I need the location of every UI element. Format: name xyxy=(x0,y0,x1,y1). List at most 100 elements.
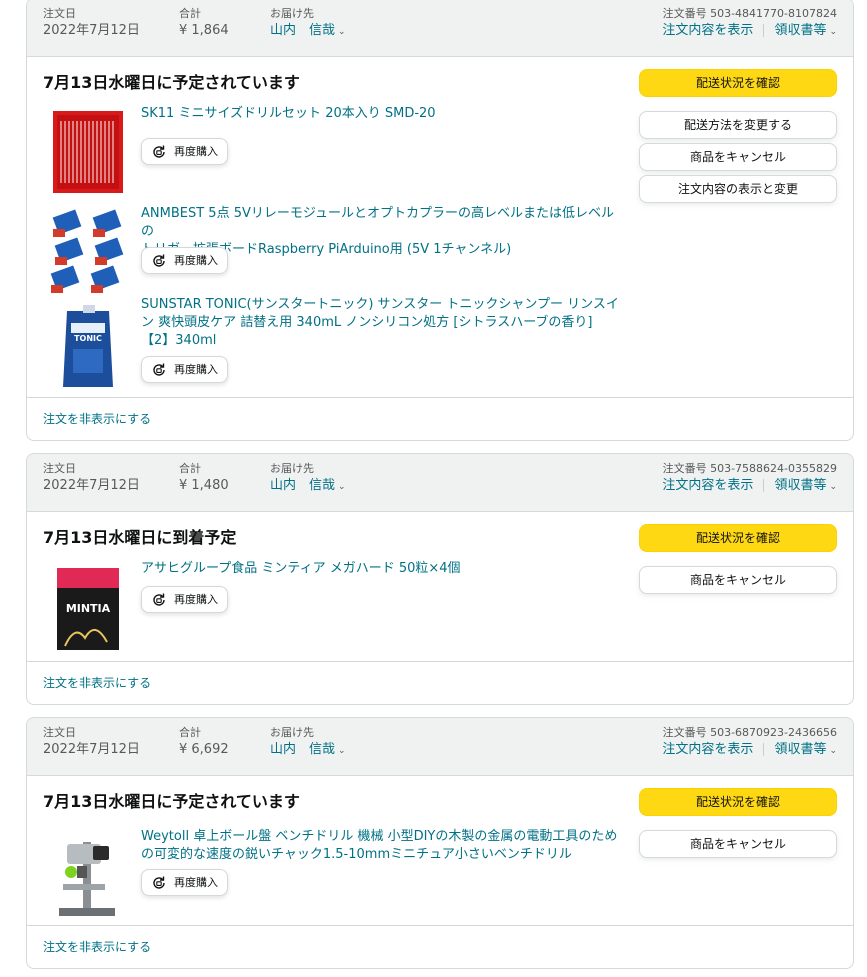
recipient-link[interactable]: 山内 信哉 xyxy=(270,742,335,757)
rebuy-label: 再度購入 xyxy=(174,145,218,158)
cancel-item-button[interactable]: 商品をキャンセル xyxy=(639,143,837,171)
item-title-line: ン 爽快頭皮ケア 詰替え用 340mL ノンシリコン処方 [シトラスハーブの香り… xyxy=(141,315,593,330)
view-order-details-link[interactable]: 注文内容を表示 xyxy=(662,478,753,493)
ship-to-col: お届け先 山内 信哉 ⌄ xyxy=(270,726,346,760)
divider xyxy=(763,743,765,756)
order-number: 503-4841770-8107824 xyxy=(710,7,837,20)
recipient-link[interactable]: 山内 信哉 xyxy=(270,478,335,493)
order-total-col: 合計 ¥ 1,480 xyxy=(179,462,229,495)
order-card: 注文日 2022年7月12日 合計 ¥ 1,480 お届け先 山内 信哉 ⌄ 注文… xyxy=(26,453,854,705)
order-number-label: 注文番号 xyxy=(662,462,707,475)
cancel-item-button[interactable]: 商品をキャンセル xyxy=(639,566,837,594)
item-title-line: SK11 ミニサイズドリルセット 20本入り SMD-20 xyxy=(141,106,436,121)
divider xyxy=(763,479,765,492)
ship-to-col: お届け先 山内 信哉 ⌄ xyxy=(270,462,346,496)
rebuy-icon xyxy=(153,254,165,267)
order-total-col: 合計 ¥ 6,692 xyxy=(179,726,229,759)
view-order-details-link[interactable]: 注文内容を表示 xyxy=(662,23,753,38)
svg-text:MINTIA: MINTIA xyxy=(66,602,111,615)
rebuy-label: 再度購入 xyxy=(174,254,218,267)
item-title[interactable]: SK11 ミニサイズドリルセット 20本入り SMD-20 xyxy=(141,105,621,123)
order-footer: 注文を非表示にする xyxy=(27,397,853,440)
order-total-label: 合計 xyxy=(179,726,201,739)
item-title[interactable]: SUNSTAR TONIC(サンスタートニック) サンスター トニックシャンプー… xyxy=(141,296,621,350)
track-package-button[interactable]: 配送状況を確認 xyxy=(639,788,837,816)
order-total: ¥ 6,692 xyxy=(179,742,229,757)
order-footer: 注文を非表示にする xyxy=(27,661,853,704)
ship-to-label: お届け先 xyxy=(270,726,314,739)
order-number-label: 注文番号 xyxy=(662,7,707,20)
hide-order-link[interactable]: 注文を非表示にする xyxy=(43,674,151,691)
order-date-label: 注文日 xyxy=(43,462,76,475)
recipient-link[interactable]: 山内 信哉 xyxy=(270,23,335,38)
order-date-col: 注文日 2022年7月12日 xyxy=(43,726,140,759)
order-date-col: 注文日 2022年7月12日 xyxy=(43,7,140,40)
divider xyxy=(763,24,765,37)
order-header: 注文日 2022年7月12日 合計 ¥ 1,480 お届け先 山内 信哉 ⌄ 注文… xyxy=(27,454,853,512)
order-total-col: 合計 ¥ 1,864 xyxy=(179,7,229,40)
item-title[interactable]: アサヒグループ食品 ミンティア メガハード 50粒×4個 xyxy=(141,560,621,578)
order-date-col: 注文日 2022年7月12日 xyxy=(43,462,140,495)
invoice-link[interactable]: 領収書等 xyxy=(774,742,826,757)
invoice-link[interactable]: 領収書等 xyxy=(774,23,826,38)
rebuy-button[interactable]: 再度購入 xyxy=(141,586,228,613)
order-number: 503-7588624-0355829 xyxy=(710,462,837,475)
order-footer: 注文を非表示にする xyxy=(27,925,853,968)
drill-set-image[interactable] xyxy=(43,107,133,197)
view-order-details-link[interactable]: 注文内容を表示 xyxy=(662,742,753,757)
order-date-label: 注文日 xyxy=(43,726,76,739)
order-number-label: 注文番号 xyxy=(662,726,707,739)
rebuy-label: 再度購入 xyxy=(174,363,218,376)
rebuy-button[interactable]: 再度購入 xyxy=(141,356,228,383)
order-header: 注文日 2022年7月12日 合計 ¥ 1,864 お届け先 山内 信哉 ⌄ 注文… xyxy=(27,0,853,57)
delivery-status: 7月13日水曜日に予定されています xyxy=(43,73,300,92)
order-card: 注文日 2022年7月12日 合計 ¥ 1,864 お届け先 山内 信哉 ⌄ 注文… xyxy=(26,0,854,441)
rebuy-label: 再度購入 xyxy=(174,593,218,606)
hide-order-link[interactable]: 注文を非表示にする xyxy=(43,410,151,427)
order-number-col: 注文番号 503-7588624-0355829 注文内容を表示 領収書等 ⌄ xyxy=(662,462,837,496)
delivery-status: 7月13日水曜日に到着予定 xyxy=(43,528,237,547)
ship-to-label: お届け先 xyxy=(270,7,314,20)
svg-text:TONIC: TONIC xyxy=(74,334,102,343)
rebuy-button[interactable]: 再度購入 xyxy=(141,138,228,165)
invoice-link[interactable]: 領収書等 xyxy=(774,478,826,493)
shampoo-image[interactable]: TONIC xyxy=(43,301,133,391)
order-total-label: 合計 xyxy=(179,462,201,475)
chevron-down-icon: ⌄ xyxy=(829,746,837,756)
ship-to-col: お届け先 山内 信哉 ⌄ xyxy=(270,7,346,41)
rebuy-button[interactable]: 再度購入 xyxy=(141,869,228,896)
rebuy-icon xyxy=(153,363,165,376)
relay-module-image[interactable] xyxy=(43,209,133,299)
item-title-line: ANMBEST 5点 5Vリレーモジュールとオプトカプラーの高レベルまたは低レベ… xyxy=(141,206,614,239)
order-date-label: 注文日 xyxy=(43,7,76,20)
order-date: 2022年7月12日 xyxy=(43,742,140,757)
chevron-down-icon: ⌄ xyxy=(338,27,346,37)
track-package-button[interactable]: 配送状況を確認 xyxy=(639,524,837,552)
rebuy-icon xyxy=(153,876,165,889)
item-title-line: Weytoll 卓上ボール盤 ベンチドリル 機械 小型DIYの木製の金属の電動工… xyxy=(141,829,618,844)
bench-drill-image[interactable] xyxy=(43,832,133,922)
mintia-image[interactable]: MINTIA xyxy=(43,566,133,656)
order-date: 2022年7月12日 xyxy=(43,478,140,493)
order-date: 2022年7月12日 xyxy=(43,23,140,38)
order-card: 注文日 2022年7月12日 合計 ¥ 6,692 お届け先 山内 信哉 ⌄ 注文… xyxy=(26,717,854,969)
item-title[interactable]: Weytoll 卓上ボール盤 ベンチドリル 機械 小型DIYの木製の金属の電動工… xyxy=(141,828,621,864)
order-header: 注文日 2022年7月12日 合計 ¥ 6,692 お届け先 山内 信哉 ⌄ 注文… xyxy=(27,718,853,776)
rebuy-icon xyxy=(153,145,165,158)
order-total: ¥ 1,480 xyxy=(179,478,229,493)
cancel-item-button[interactable]: 商品をキャンセル xyxy=(639,830,837,858)
change-delivery-button[interactable]: 配送方法を変更する xyxy=(639,111,837,139)
order-number: 503-6870923-2436656 xyxy=(710,726,837,739)
order-total: ¥ 1,864 xyxy=(179,23,229,38)
delivery-status: 7月13日水曜日に予定されています xyxy=(43,792,300,811)
item-title-line: SUNSTAR TONIC(サンスタートニック) サンスター トニックシャンプー… xyxy=(141,297,619,312)
track-package-button[interactable]: 配送状況を確認 xyxy=(639,69,837,97)
rebuy-button[interactable]: 再度購入 xyxy=(141,247,228,274)
order-actions: 配送状況を確認 商品をキャンセル xyxy=(639,788,837,862)
hide-order-link[interactable]: 注文を非表示にする xyxy=(43,938,151,955)
chevron-down-icon: ⌄ xyxy=(338,746,346,756)
order-total-label: 合計 xyxy=(179,7,201,20)
rebuy-icon xyxy=(153,593,165,606)
order-actions: 配送状況を確認 配送方法を変更する 商品をキャンセル 注文内容の表示と変更 xyxy=(639,69,837,207)
view-edit-order-button[interactable]: 注文内容の表示と変更 xyxy=(639,175,837,203)
